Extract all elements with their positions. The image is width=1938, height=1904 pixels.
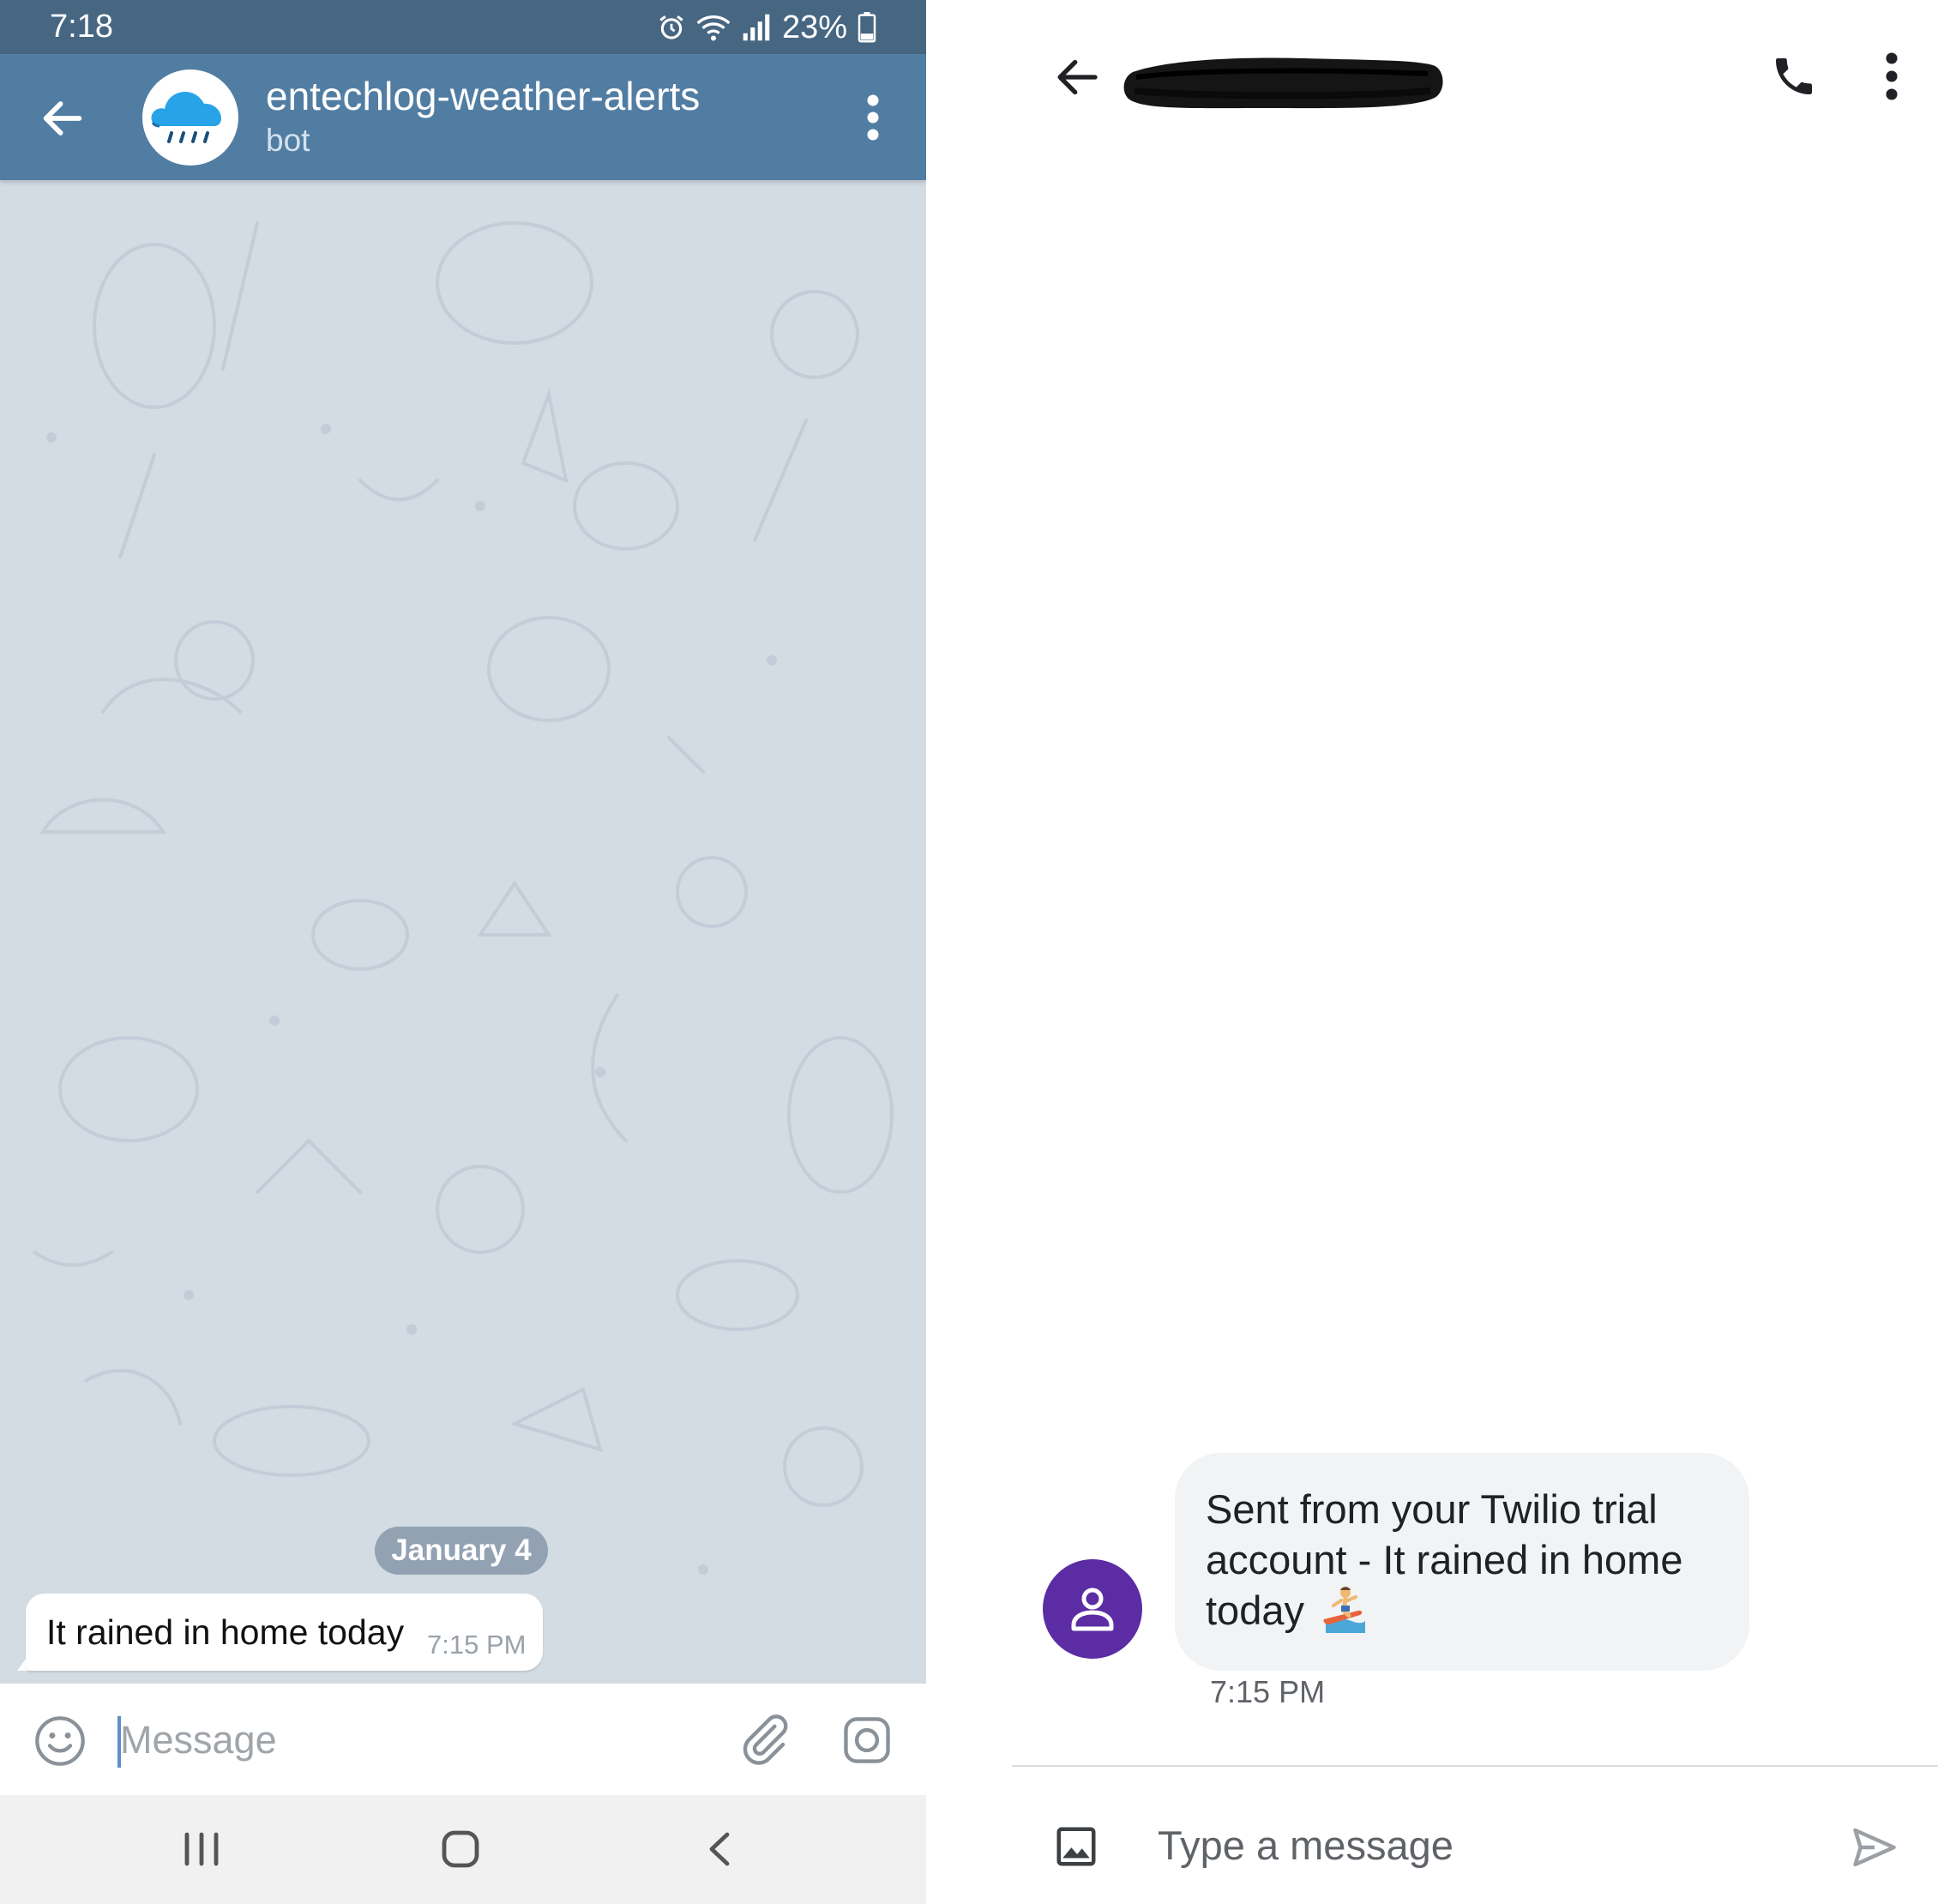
sms-message-text: Sent from your Twilio trial account - It…: [1206, 1486, 1683, 1633]
recents-icon[interactable]: [180, 1829, 223, 1869]
camera-icon[interactable]: [840, 1714, 894, 1767]
chat-title[interactable]: entechlog-weather-alerts: [266, 73, 700, 119]
system-navbar: [0, 1795, 926, 1904]
rain-cloud-icon: [151, 92, 221, 143]
status-bar: 7:18 23%: [0, 0, 926, 54]
status-icons: 23%: [657, 7, 876, 48]
more-vert-icon[interactable]: [1880, 50, 1904, 103]
surfer-emoji-icon: [1323, 1587, 1366, 1633]
back-arrow-icon[interactable]: [38, 93, 87, 143]
paperclip-icon[interactable]: [736, 1711, 792, 1768]
emoji-icon[interactable]: [33, 1714, 87, 1768]
bot-avatar[interactable]: [142, 69, 238, 166]
contact-avatar[interactable]: [1043, 1559, 1142, 1659]
sms-message: Sent from your Twilio trial account - It…: [1206, 1484, 1720, 1636]
nav-back-icon[interactable]: [703, 1829, 737, 1869]
image-icon[interactable]: [1053, 1823, 1099, 1870]
sms-screen: Sent from your Twilio trial account - It…: [926, 0, 1938, 1904]
incoming-message[interactable]: It rained in home today 7:15 PM: [26, 1594, 543, 1671]
home-icon[interactable]: [441, 1829, 480, 1869]
chat-subtitle: bot: [266, 123, 310, 158]
send-icon[interactable]: [1849, 1822, 1900, 1873]
redacted-contact-name: [1123, 57, 1443, 109]
status-time: 7:18: [50, 9, 113, 45]
alarm-icon: [659, 15, 683, 39]
date-separator: January 4: [375, 1527, 548, 1575]
more-vert-icon[interactable]: [858, 92, 888, 143]
message-time: 7:15 PM: [427, 1630, 527, 1660]
wifi-icon: [696, 15, 731, 41]
message-input[interactable]: Message: [120, 1718, 277, 1762]
message-text: It rained in home today: [46, 1612, 405, 1652]
message-composer: Message: [0, 1684, 926, 1795]
sms-time: 7:15 PM: [1210, 1674, 1326, 1709]
battery-icon: [858, 12, 876, 43]
battery-percent: 23%: [781, 9, 847, 45]
sms-message-input[interactable]: Type a message: [1158, 1822, 1454, 1869]
signal-icon: [743, 14, 770, 41]
phone-icon[interactable]: [1770, 50, 1818, 103]
telegram-screen: 7:18 23% entechlog-weather-alerts bot Ja…: [0, 0, 926, 1904]
back-arrow-icon[interactable]: [1053, 53, 1101, 101]
chat-header: entechlog-weather-alerts bot: [0, 54, 926, 180]
composer-divider: [1012, 1765, 1938, 1767]
chat-wallpaper: [33, 221, 894, 1575]
person-icon: [1071, 1588, 1114, 1631]
